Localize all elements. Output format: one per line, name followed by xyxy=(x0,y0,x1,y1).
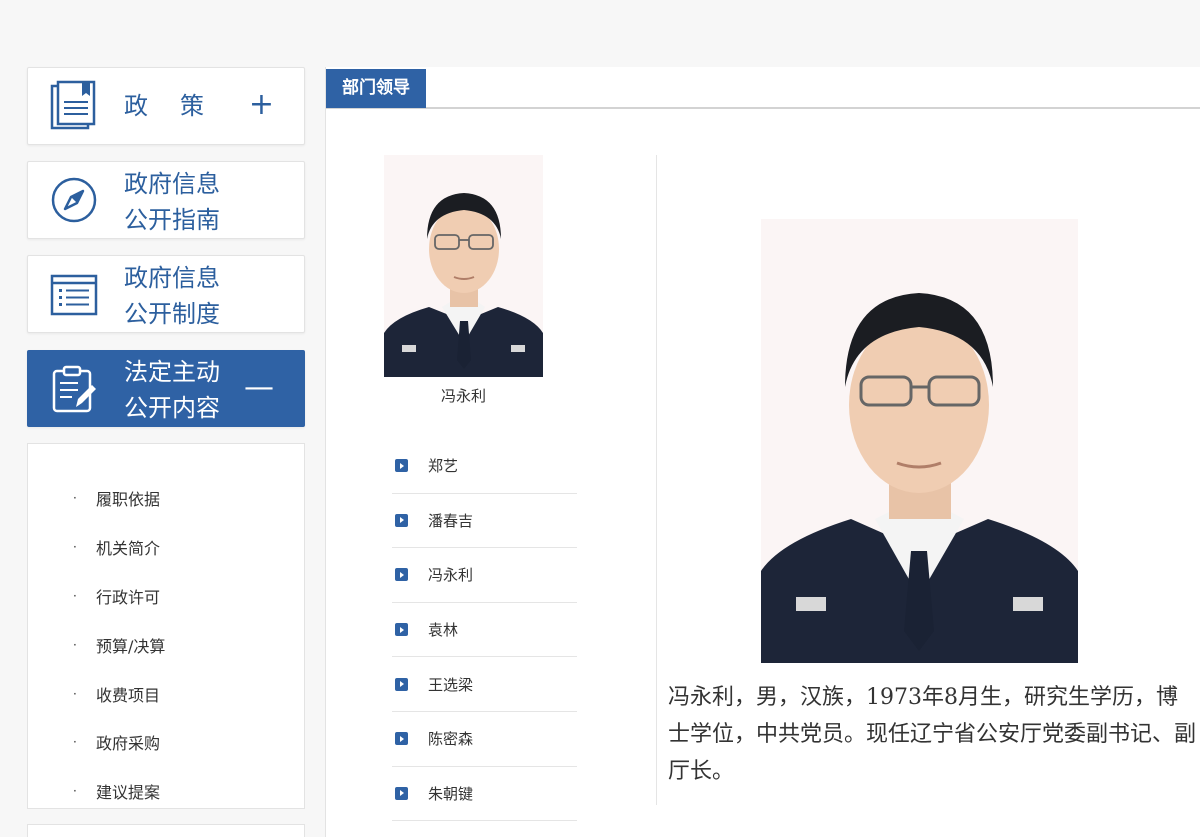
policy-label: 政策 xyxy=(124,92,236,120)
portrait-image xyxy=(384,155,543,377)
legal-submenu: · 履职依据 · 机关简介 · 行政许可 · 预算/决算 · 收费项目 · 政府采购 · 建议… xyxy=(27,443,305,809)
arrow-right-icon xyxy=(395,513,408,527)
guide-label-line2: 公开指南 xyxy=(124,206,220,234)
list-icon xyxy=(50,274,98,316)
submenu-item[interactable]: · 建议提案 xyxy=(28,767,304,816)
system-label-line2: 公开制度 xyxy=(124,300,220,328)
main-panel: 部门领导 冯永利 郑艺 潘春吉 冯永利 袁林 王选梁 陈密森 朱朝键 冯永利，男… xyxy=(325,67,1200,837)
legal-label: 法定主动 公开内容 xyxy=(124,354,220,426)
submenu-item[interactable]: · 收费项目 xyxy=(28,669,304,718)
system-label: 政府信息 公开制度 xyxy=(124,260,220,332)
portrait-image xyxy=(761,219,1078,663)
sidebar-guide-card[interactable]: 政府信息 公开指南 xyxy=(27,161,305,239)
leader-biography: 冯永利，男，汉族，1973年8月生，研究生学历，博士学位，中共党员。现任辽宁省公… xyxy=(668,685,1197,784)
submenu-item[interactable]: · 履职依据 xyxy=(28,474,304,523)
leader-list-item[interactable]: 朱朝键 xyxy=(392,767,577,822)
sidebar-next-card[interactable] xyxy=(27,824,305,837)
submenu-item[interactable]: · 预算/决算 xyxy=(28,620,304,669)
sidebar-policy-card[interactable]: 政策 + xyxy=(27,67,305,145)
legal-label-line2: 公开内容 xyxy=(124,394,220,422)
guide-label: 政府信息 公开指南 xyxy=(124,166,220,238)
leader-list-item[interactable]: 袁林 xyxy=(392,603,577,658)
arrow-right-icon xyxy=(395,677,408,691)
tab-department-leaders[interactable]: 部门领导 xyxy=(326,69,426,108)
leader-list-item[interactable]: 郑艺 xyxy=(392,439,577,494)
guide-label-line1: 政府信息 xyxy=(124,170,220,198)
leader-list: 郑艺 潘春吉 冯永利 袁林 王选梁 陈密森 朱朝键 xyxy=(392,439,577,822)
leader-list-item[interactable]: 冯永利 xyxy=(392,548,577,603)
leader-photo-large xyxy=(761,219,1078,663)
leader-list-item[interactable]: 潘春吉 xyxy=(392,494,577,549)
arrow-right-icon xyxy=(395,568,408,582)
arrow-right-icon xyxy=(395,459,408,473)
tab-bar: 部门领导 xyxy=(326,67,1200,109)
clipboard-edit-icon xyxy=(52,365,96,412)
legal-label-line1: 法定主动 xyxy=(124,358,220,386)
document-icon xyxy=(50,80,96,130)
arrow-right-icon xyxy=(395,732,408,746)
submenu-item[interactable]: · 政府采购 xyxy=(28,718,304,767)
sidebar-system-card[interactable]: 政府信息 公开制度 xyxy=(27,255,305,333)
submenu-item[interactable]: · 机关简介 xyxy=(28,523,304,572)
column-divider xyxy=(656,155,657,805)
submenu-item[interactable]: · 行政许可 xyxy=(28,572,304,621)
system-label-line1: 政府信息 xyxy=(124,264,220,292)
compass-icon xyxy=(51,177,97,223)
sidebar-legal-card[interactable]: 法定主动 公开内容 — xyxy=(27,350,305,427)
expand-plus-icon[interactable]: + xyxy=(249,87,274,122)
collapse-minus-icon[interactable]: — xyxy=(244,369,274,404)
leader-photo-thumbnail[interactable] xyxy=(384,155,543,377)
leader-list-item[interactable]: 王选梁 xyxy=(392,657,577,712)
leader-list-item[interactable]: 陈密森 xyxy=(392,712,577,767)
arrow-right-icon xyxy=(395,786,408,800)
arrow-right-icon xyxy=(395,623,408,637)
featured-leader-name: 冯永利 xyxy=(440,387,486,405)
